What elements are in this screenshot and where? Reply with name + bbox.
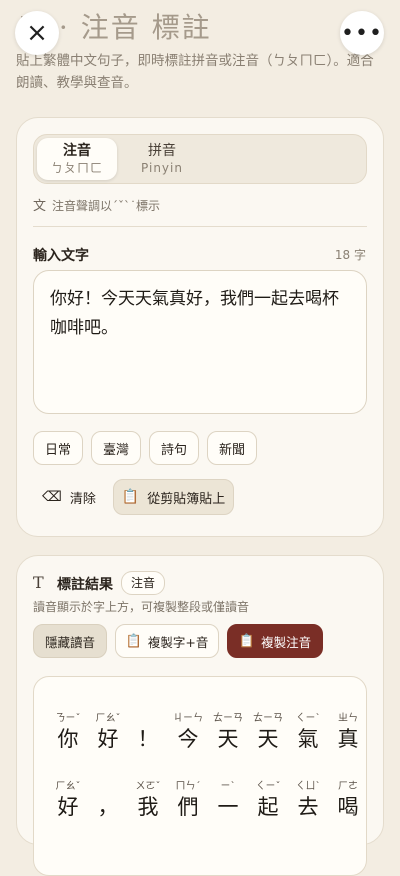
result-title: 標註結果 — [57, 577, 113, 593]
copy-zhuyin-label: 複製注音 — [261, 634, 312, 650]
ruby-char: ！ — [128, 709, 168, 753]
zhuyin-reading: ㄋㄧˇ — [55, 713, 81, 724]
tone-hint: 文注音聲調以ˊˇˋ˙標示 — [33, 195, 160, 214]
ruby-char: ㄏㄠˇ 好 — [88, 709, 128, 753]
copy-both-label: 複製字+音 — [147, 634, 209, 650]
zhuyin-reading — [128, 709, 168, 725]
mode-tab-pinyin-label: 拼音 — [148, 143, 176, 159]
clear-button[interactable]: ⌫ 清除 — [33, 479, 105, 515]
ruby-char: ㄑㄧˋ 氣 — [288, 709, 328, 753]
zhuyin-reading: ㄑㄧˋ — [295, 713, 321, 724]
close-button[interactable]: × — [15, 11, 59, 55]
hanzi: 你 — [57, 727, 79, 751]
ruby-char: ㄋㄧˇ 你 — [48, 709, 88, 753]
ruby-char: ㄑㄧˇ 起 — [248, 777, 288, 821]
clipboard-icon: 📋 — [121, 489, 140, 505]
ruby-char: ㄇㄣˊ 們 — [168, 777, 208, 821]
divider — [33, 226, 367, 227]
ruby-row: ㄏㄠˇ 好 ， ㄨㄛˇ 我 ㄇㄣˊ 們 ㄧˋ 一 ㄑㄧˇ 起 ㄑㄩˋ 去 ㄏㄜ喝 — [48, 777, 368, 821]
zhuyin-reading: ㄏㄜ — [338, 781, 358, 792]
mode-tab-pinyin-sub: Pinyin — [141, 161, 183, 175]
mode-switch: 注音 ㄅㄆㄇㄈ 拼音 Pinyin — [33, 134, 367, 184]
clipboard-icon: 📋 — [238, 633, 256, 649]
zhuyin-reading: ㄊㄧㄢ — [253, 713, 283, 724]
result-card: T 標註結果 注音 讀音顯示於字上方，可複製整段或僅讀音 隱藏讀音 📋 複製字+音… — [16, 555, 384, 876]
hanzi: ， — [97, 795, 119, 819]
text-input[interactable]: 你好！今天天氣真好，我們一起去喝杯咖啡吧。 — [33, 270, 367, 414]
hide-reading-label: 隱藏讀音 — [44, 634, 95, 650]
more-icon: ••• — [341, 20, 383, 46]
hanzi: 好 — [57, 795, 79, 819]
translate-icon: 文 — [33, 199, 47, 214]
ruby-char: ㄏㄠˇ 好 — [48, 777, 88, 821]
zhuyin-reading: ㄧˋ — [220, 781, 236, 792]
zhuyin-reading: ㄑㄩˋ — [295, 781, 321, 792]
paste-label: 從剪貼簿貼上 — [147, 491, 226, 507]
hanzi: 真 — [337, 727, 359, 751]
input-label: 輸入文字 — [33, 248, 89, 264]
close-icon: × — [26, 18, 48, 48]
ruby-char: ㄓㄣ真 — [328, 709, 368, 753]
zhuyin-reading: ㄨㄛˇ — [135, 781, 161, 792]
hanzi: 今 — [177, 727, 199, 751]
page-subtitle: 貼上繁體中文句子，即時標註拼音或注音（ㄅㄆㄇㄈ）。適合朗讀、教學與查音。 — [16, 53, 374, 91]
ruby-char: ㄨㄛˇ 我 — [128, 777, 168, 821]
hanzi: 氣 — [297, 727, 319, 751]
hanzi: 起 — [257, 795, 279, 819]
mode-tab-zhuyin-label: 注音 — [63, 143, 91, 159]
mode-tab-pinyin[interactable]: 拼音 Pinyin — [122, 138, 202, 180]
result-description: 讀音顯示於字上方，可複製整段或僅讀音 — [33, 600, 250, 614]
char-count: 18 字 — [334, 248, 366, 262]
ruby-char: ㄊㄧㄢ天 — [248, 709, 288, 753]
copy-text-and-reading-button[interactable]: 📋 複製字+音 — [115, 624, 219, 658]
text-icon: T — [33, 573, 44, 592]
hide-reading-button[interactable]: 隱藏讀音 — [33, 624, 107, 658]
hanzi: 我 — [137, 795, 159, 819]
preset-chip-daily[interactable]: 日常 — [33, 431, 83, 465]
hanzi: 喝 — [337, 795, 359, 819]
zhuyin-reading: ㄐㄧㄣ — [173, 713, 203, 724]
mode-tab-zhuyin-sub: ㄅㄆㄇㄈ — [50, 161, 103, 175]
result-mode-badge: 注音 — [121, 571, 166, 595]
zhuyin-reading: ㄑㄧˇ — [255, 781, 281, 792]
ruby-char: ㄑㄩˋ 去 — [288, 777, 328, 821]
mode-tab-zhuyin[interactable]: 注音 ㄅㄆㄇㄈ — [37, 138, 117, 180]
hanzi: ！ — [137, 727, 159, 751]
hanzi: 們 — [177, 795, 199, 819]
preset-chip-news[interactable]: 新聞 — [207, 431, 257, 465]
hanzi: 好 — [97, 727, 119, 751]
copy-zhuyin-button[interactable]: 📋 複製注音 — [227, 624, 323, 658]
hanzi: 天 — [257, 727, 279, 751]
hanzi: 一 — [217, 795, 239, 819]
ruby-char: ㄧˋ 一 — [208, 777, 248, 821]
zhuyin-reading — [88, 777, 128, 793]
zhuyin-reading: ㄓㄣ — [338, 713, 358, 724]
tone-hint-text: 注音聲調以ˊˇˋ˙標示 — [52, 199, 161, 213]
annotated-result: ㄋㄧˇ 你 ㄏㄠˇ 好 ！ ㄐㄧㄣ今 ㄊㄧㄢ天 ㄊㄧㄢ天 ㄑㄧˋ 氣 ㄓㄣ真 ㄏㄠˇ 好… — [33, 676, 367, 876]
ruby-char: ， — [88, 777, 128, 821]
clipboard-icon: 📋 — [125, 633, 142, 649]
zhuyin-reading: ㄏㄠˇ — [95, 713, 121, 724]
clear-label: 清除 — [69, 491, 96, 507]
ruby-char: ㄏㄜ喝 — [328, 777, 368, 821]
ruby-char: ㄐㄧㄣ今 — [168, 709, 208, 753]
ruby-char: ㄊㄧㄢ天 — [208, 709, 248, 753]
zhuyin-reading: ㄇㄣˊ — [175, 781, 201, 792]
ruby-row: ㄋㄧˇ 你 ㄏㄠˇ 好 ！ ㄐㄧㄣ今 ㄊㄧㄢ天 ㄊㄧㄢ天 ㄑㄧˋ 氣 ㄓㄣ真 — [48, 709, 368, 753]
hanzi: 去 — [297, 795, 319, 819]
preset-chip-taiwan[interactable]: 臺灣 — [91, 431, 141, 465]
eraser-icon: ⌫ — [42, 489, 62, 505]
zhuyin-reading: ㄏㄠˇ — [55, 781, 81, 792]
more-button[interactable]: ••• — [340, 11, 384, 55]
paste-button[interactable]: 📋 從剪貼簿貼上 — [113, 479, 234, 515]
zhuyin-reading: ㄊㄧㄢ — [213, 713, 243, 724]
hanzi: 天 — [217, 727, 239, 751]
input-card: 注音 ㄅㄆㄇㄈ 拼音 Pinyin 文注音聲調以ˊˇˋ˙標示 輸入文字 18 字… — [16, 117, 384, 537]
preset-chip-poem[interactable]: 詩句 — [149, 431, 199, 465]
